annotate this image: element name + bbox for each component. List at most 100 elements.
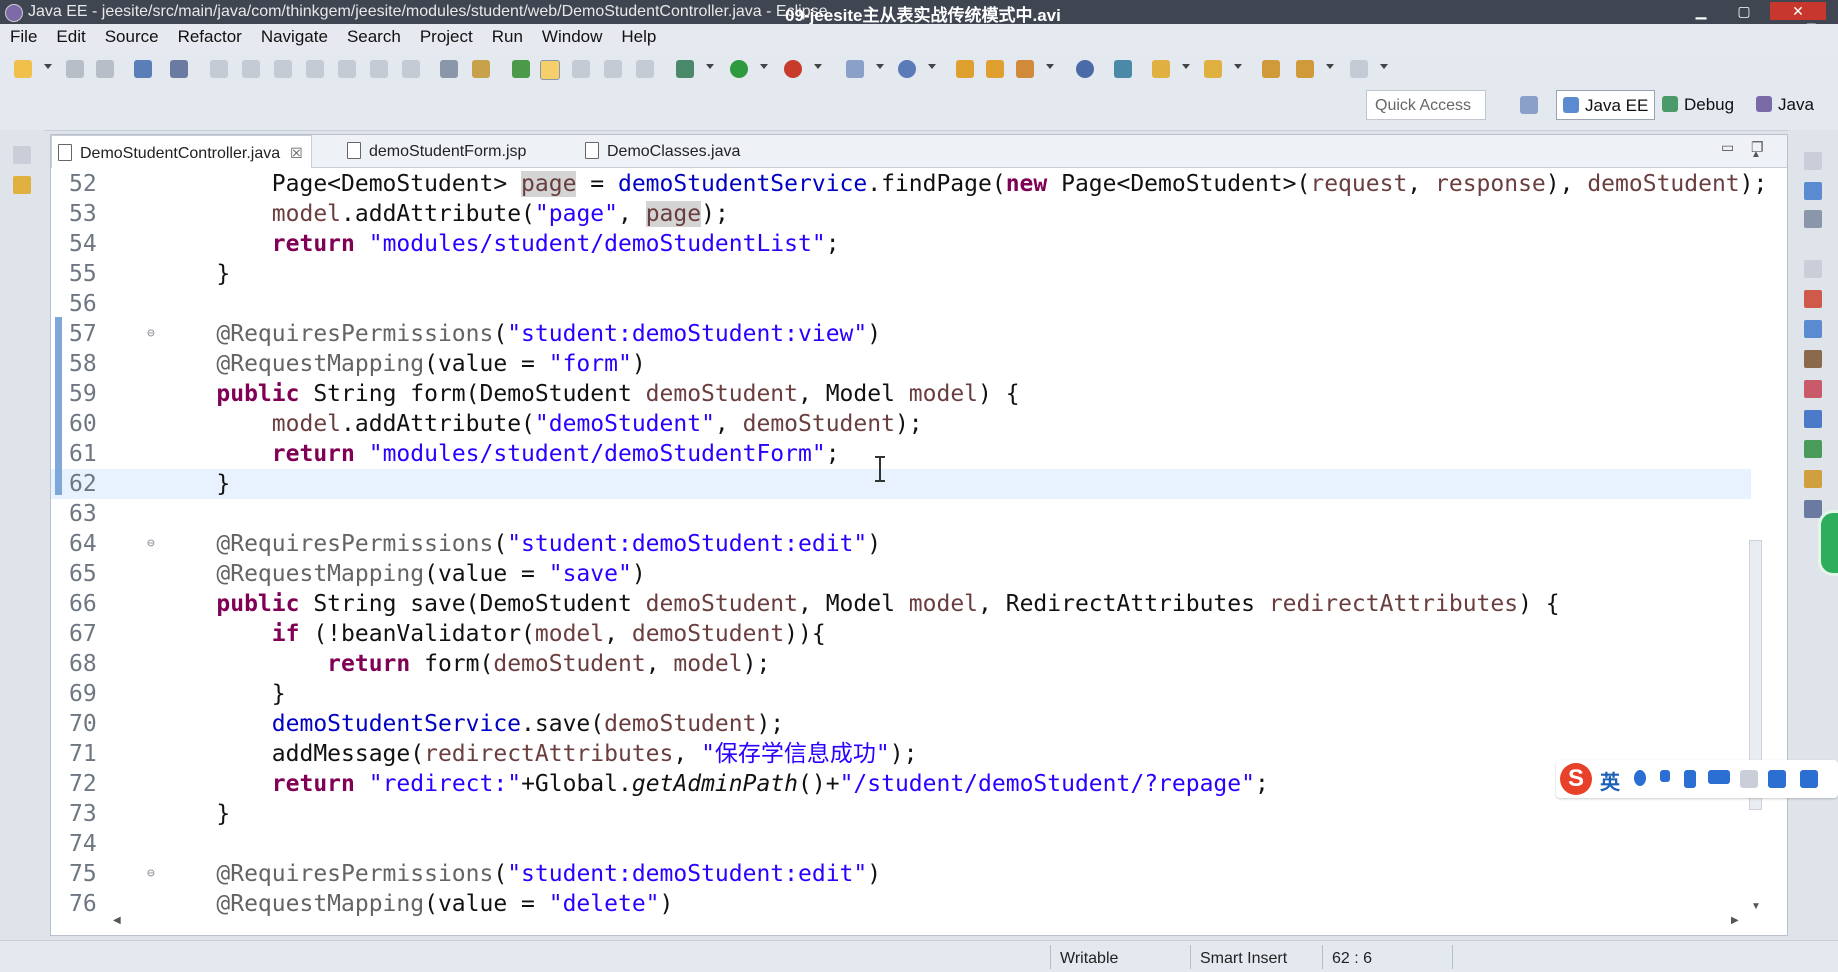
- save-icon[interactable]: [66, 60, 84, 78]
- fold-toggle-icon[interactable]: ⊖: [147, 529, 155, 559]
- server-dropdown-icon[interactable]: [876, 64, 884, 69]
- menu-project[interactable]: Project: [410, 24, 482, 47]
- perspective-java-ee[interactable]: Java EE: [1556, 90, 1656, 120]
- new-class-icon[interactable]: [898, 60, 916, 78]
- toggle-mark-occurrences-icon[interactable]: [540, 60, 560, 80]
- task-list-icon[interactable]: [1804, 210, 1822, 228]
- save-all-icon[interactable]: [96, 60, 114, 78]
- code-line[interactable]: 75 ⊖ @RequiresPermissions("student:demoSt…: [51, 859, 1751, 889]
- restore-icon[interactable]: [1804, 152, 1822, 170]
- skip-breakpoints-icon[interactable]: [170, 60, 188, 78]
- menu-window[interactable]: Window: [532, 24, 611, 47]
- step-into-icon[interactable]: [338, 60, 356, 78]
- next-annotation-icon[interactable]: [1152, 60, 1170, 78]
- code-line[interactable]: 76 @RequestMapping(value = "delete"): [51, 889, 1751, 919]
- menu-search[interactable]: Search: [337, 24, 410, 47]
- use-step-filters-icon[interactable]: [472, 60, 490, 78]
- punctuation-icon[interactable]: [1660, 770, 1670, 782]
- toggle-block-selection-icon[interactable]: [572, 60, 590, 78]
- sogou-logo-icon[interactable]: S: [1560, 763, 1592, 795]
- next-annotation-dropdown-icon[interactable]: [1182, 64, 1190, 69]
- menu-source[interactable]: Source: [95, 24, 168, 47]
- code-line[interactable]: 52 Page<DemoStudent> page = demoStudentS…: [51, 169, 1767, 199]
- code-line[interactable]: 53 model.addAttribute("page", page);: [51, 199, 1751, 229]
- new-dropdown-icon[interactable]: [44, 64, 52, 69]
- forward-dropdown-icon[interactable]: [1380, 64, 1388, 69]
- disconnect-icon[interactable]: [306, 60, 324, 78]
- perspective-debug[interactable]: Debug: [1662, 90, 1734, 120]
- code-line[interactable]: 66 public String save(DemoStudent demoSt…: [51, 589, 1751, 619]
- tab-demo-classes[interactable]: DemoClasses.java: [585, 135, 740, 167]
- new-class-dropdown-icon[interactable]: [928, 64, 936, 69]
- search-tool-icon[interactable]: [1016, 60, 1034, 78]
- close-icon[interactable]: ✕: [1770, 2, 1826, 20]
- step-over-icon[interactable]: [370, 60, 388, 78]
- back-dropdown-icon[interactable]: [1326, 64, 1334, 69]
- outline-icon[interactable]: [1804, 182, 1822, 200]
- previous-annotation-dropdown-icon[interactable]: [1234, 64, 1242, 69]
- external-tools-icon[interactable]: [784, 60, 802, 78]
- user-icon[interactable]: [1740, 770, 1758, 788]
- scroll-right-icon[interactable]: ▶: [1731, 915, 1739, 926]
- tab-demo-student-controller[interactable]: DemoStudentController.java ☒: [51, 135, 312, 168]
- code-line[interactable]: 69 }: [51, 679, 1751, 709]
- code-line[interactable]: 74: [51, 829, 1751, 859]
- menu-file[interactable]: File: [0, 24, 46, 47]
- markers-icon[interactable]: [1804, 290, 1822, 308]
- resume-icon[interactable]: [210, 60, 228, 78]
- properties-icon[interactable]: [1804, 320, 1822, 338]
- code-line[interactable]: 71 addMessage(redirectAttributes, "保存学信息…: [51, 739, 1751, 769]
- drop-to-frame-icon[interactable]: [440, 60, 458, 78]
- microphone-icon[interactable]: [1684, 770, 1696, 788]
- run-dropdown-icon[interactable]: [760, 64, 768, 69]
- maximize-icon[interactable]: ▢: [1726, 2, 1762, 20]
- minimize-editor-icon[interactable]: ▭: [1721, 139, 1734, 156]
- code-line[interactable]: 54 return "modules/student/demoStudentLi…: [51, 229, 1751, 259]
- code-line[interactable]: 65 @RequestMapping(value = "save"): [51, 559, 1751, 589]
- code-line[interactable]: 59 public String form(DemoStudent demoSt…: [51, 379, 1751, 409]
- skin-icon[interactable]: [1768, 770, 1786, 788]
- menu-help[interactable]: Help: [611, 24, 665, 47]
- ime-language-toggle[interactable]: 英: [1600, 766, 1620, 795]
- code-line[interactable]: 68 return form(demoStudent, model);: [51, 649, 1751, 679]
- open-folder-icon[interactable]: [956, 60, 974, 78]
- minimize-icon[interactable]: ▁: [1683, 2, 1719, 20]
- search-dropdown-icon[interactable]: [1046, 64, 1054, 69]
- back-icon[interactable]: [1262, 60, 1280, 78]
- scroll-up-icon[interactable]: ▲: [1751, 149, 1761, 160]
- restore-icon[interactable]: [13, 146, 31, 164]
- settings-wrench-icon[interactable]: [1800, 770, 1818, 788]
- code-line[interactable]: 57 ⊖ @RequiresPermissions("student:demoSt…: [51, 319, 1751, 349]
- show-whitespace-icon[interactable]: [604, 60, 622, 78]
- project-explorer-icon[interactable]: [13, 176, 31, 194]
- tab-close-icon[interactable]: ☒: [290, 145, 303, 161]
- suspend-icon[interactable]: [242, 60, 260, 78]
- junit-icon[interactable]: [1804, 500, 1822, 518]
- pilcrow-icon[interactable]: [636, 60, 654, 78]
- last-edit-icon[interactable]: [1114, 60, 1132, 78]
- code-line[interactable]: 55 }: [51, 259, 1751, 289]
- code-line[interactable]: 61 return "modules/student/demoStudentFo…: [51, 439, 1751, 469]
- globe-icon[interactable]: [1076, 60, 1094, 78]
- code-line[interactable]: 62 }: [51, 469, 1751, 499]
- tab-demo-student-form[interactable]: demoStudentForm.jsp: [347, 135, 526, 167]
- code-line[interactable]: 73 }: [51, 799, 1751, 829]
- servers-icon[interactable]: [1804, 350, 1822, 368]
- debug-dropdown-icon[interactable]: [706, 64, 714, 69]
- open-resource-icon[interactable]: [986, 60, 1004, 78]
- snippets-icon[interactable]: [1804, 410, 1822, 428]
- code-line[interactable]: 72 return "redirect:"+Global.getAdminPat…: [51, 769, 1751, 799]
- code-line[interactable]: 67 if (!beanValidator(model, demoStudent…: [51, 619, 1751, 649]
- terminate-icon[interactable]: [274, 60, 292, 78]
- floating-assistant-icon[interactable]: [1818, 510, 1838, 576]
- fold-toggle-icon[interactable]: ⊖: [147, 319, 155, 349]
- code-line[interactable]: 63: [51, 499, 1751, 529]
- restore-bottom-icon[interactable]: [1804, 260, 1822, 278]
- data-source-icon[interactable]: [1804, 380, 1822, 398]
- menu-navigate[interactable]: Navigate: [251, 24, 337, 47]
- open-perspective-icon[interactable]: [1520, 96, 1538, 114]
- menu-run[interactable]: Run: [482, 24, 532, 47]
- code-line[interactable]: 58 @RequestMapping(value = "form"): [51, 349, 1751, 379]
- new-icon[interactable]: [14, 60, 32, 78]
- menu-edit[interactable]: Edit: [46, 24, 94, 47]
